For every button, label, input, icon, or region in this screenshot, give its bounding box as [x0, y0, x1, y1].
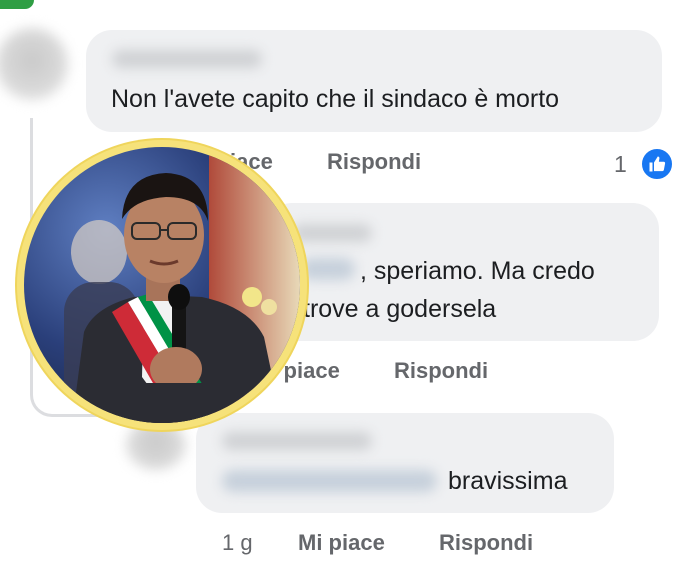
- commenter-avatar[interactable]: [0, 28, 68, 100]
- reply-button[interactable]: Rispondi: [327, 149, 421, 175]
- commenter-name[interactable]: [292, 224, 372, 242]
- comment-text-line-2: trove a godersela: [303, 295, 497, 323]
- mentioned-user[interactable]: [300, 258, 355, 280]
- commenter-name[interactable]: [112, 50, 262, 68]
- reply-button[interactable]: Rispondi: [439, 530, 533, 556]
- comment-text-line-1: , speriamo. Ma credo: [360, 257, 595, 285]
- like-button[interactable]: Mi piace: [298, 530, 385, 556]
- mayor-photo-frame: [17, 140, 307, 430]
- comment-text: Non l'avete capito che il sindaco è mort…: [111, 85, 560, 113]
- comment-text: bravissima: [448, 467, 568, 495]
- comment-timestamp[interactable]: 1 g: [222, 530, 253, 556]
- commenter-name[interactable]: [222, 432, 372, 450]
- comment-bubble: [196, 413, 614, 513]
- reaction-count[interactable]: 1: [614, 150, 627, 178]
- comment-bubble: [86, 30, 662, 132]
- corner-accent: [0, 0, 34, 9]
- reply-button[interactable]: Rispondi: [394, 358, 488, 384]
- mayor-portrait-icon: [24, 147, 300, 423]
- thumbs-up-icon: [640, 147, 674, 181]
- mentioned-user[interactable]: [222, 470, 437, 492]
